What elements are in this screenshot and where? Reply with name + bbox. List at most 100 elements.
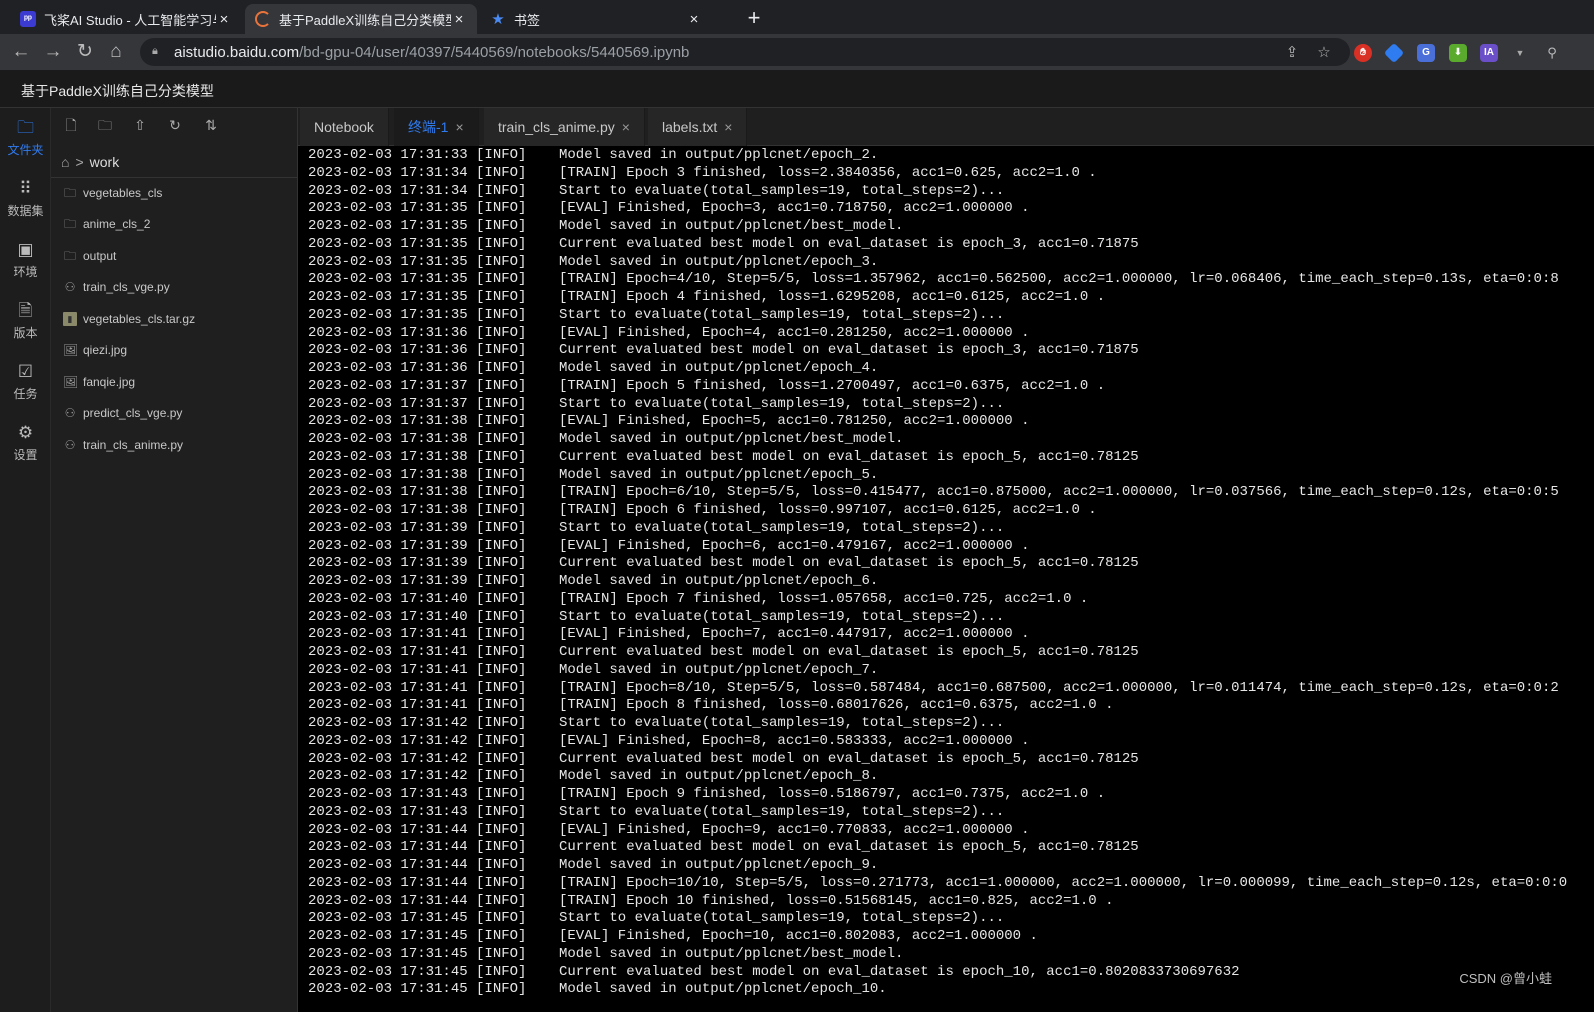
ia-ext-icon[interactable]: IA	[1480, 44, 1498, 62]
log-timestamp: 2023-02-03 17:31:39 [INFO]	[308, 573, 527, 589]
log-timestamp: 2023-02-03 17:31:34 [INFO]	[308, 182, 527, 199]
log-timestamp: 2023-02-03 17:31:41 [INFO]	[308, 661, 527, 678]
file-item[interactable]: 🗀︎ anime_cls_2	[51, 212, 298, 236]
log-message: [TRAIN] Epoch 3 finished, loss=2.3840356…	[559, 164, 1097, 181]
browser-tab-notebook[interactable]: 基于PaddleX训练自己分类模型 ×	[245, 4, 477, 34]
file-name: output	[83, 249, 117, 263]
log-message: [TRAIN] Epoch 6 finished, loss=0.997107,…	[559, 502, 1097, 518]
chevron-down-icon[interactable]: ▼	[1511, 44, 1529, 62]
log-message: Start to evaluate(total_samples=19, tota…	[559, 608, 1005, 625]
url-host: aistudio.baidu.com	[174, 43, 300, 61]
tab-labels-txt[interactable]: labels.txt ×	[648, 108, 748, 146]
activity-item-dataset[interactable]: ⠿ 数据集	[0, 179, 51, 235]
terminal-line: 2023-02-03 17:31:39 [INFO] [EVAL] Finishe…	[308, 538, 1567, 556]
share-icon[interactable]: ⇪	[1283, 44, 1301, 62]
log-timestamp: 2023-02-03 17:31:35 [INFO]	[308, 253, 527, 270]
new-folder-icon[interactable]: 🗀︎	[96, 116, 114, 134]
terminal-line: 2023-02-03 17:31:45 [INFO] Model saved in…	[308, 946, 1567, 964]
red-shield-ext-icon[interactable]: ✋︎	[1354, 44, 1372, 62]
log-timestamp: 2023-02-03 17:31:35 [INFO]	[308, 271, 527, 288]
log-message: Model saved in output/pplcnet/epoch_8.	[559, 768, 879, 785]
terminal-line: 2023-02-03 17:31:36 [INFO] Model saved in…	[308, 360, 1567, 378]
activity-label: 版本	[13, 326, 38, 340]
close-tab-icon[interactable]: ×	[216, 11, 232, 28]
file-item[interactable]: ▮ vegetables_cls.tar.gz	[51, 307, 298, 331]
close-icon[interactable]: ×	[455, 119, 463, 135]
log-message: Model saved in output/pplcnet/epoch_2.	[559, 147, 879, 163]
log-timestamp: 2023-02-03 17:31:36 [INFO]	[308, 360, 527, 376]
tab-train-cls-anime[interactable]: train_cls_anime.py ×	[484, 108, 645, 146]
file-item[interactable]: ⚇ train_cls_anime.py	[51, 433, 298, 457]
upload-icon[interactable]: ⇧	[131, 116, 149, 134]
log-message: Current evaluated best model on eval_dat…	[559, 750, 1139, 767]
log-timestamp: 2023-02-03 17:31:40 [INFO]	[308, 608, 527, 625]
sort-icon[interactable]: ⇅	[202, 116, 220, 134]
activity-item-settings[interactable]: ⚙ 设置	[0, 423, 51, 479]
home-icon[interactable]: ⌂	[61, 154, 69, 170]
archive-icon: ▮	[63, 312, 77, 326]
log-timestamp: 2023-02-03 17:31:44 [INFO]	[308, 857, 527, 873]
log-timestamp: 2023-02-03 17:31:39 [INFO]	[308, 537, 527, 554]
file-item[interactable]: 🖼︎ fanqie.jpg	[51, 370, 298, 394]
log-message: [EVAL] Finished, Epoch=8, acc1=0.583333,…	[559, 732, 1030, 749]
terminal-line: 2023-02-03 17:31:44 [INFO] [TRAIN] Epoch …	[308, 893, 1567, 911]
bookmark-star-icon[interactable]: ☆	[1315, 44, 1333, 62]
log-timestamp: 2023-02-03 17:31:36 [INFO]	[308, 342, 527, 359]
activity-item-env[interactable]: ▣ 环境	[0, 240, 51, 296]
loading-ring-icon	[255, 11, 271, 27]
browser-tab-bookmarks[interactable]: ★ 书签 ×	[480, 4, 712, 34]
translate-ext-icon[interactable]: G	[1417, 44, 1435, 62]
log-message: [TRAIN] Epoch 7 finished, loss=1.057658,…	[559, 590, 1089, 607]
close-tab-icon[interactable]: ×	[451, 11, 467, 28]
new-file-icon[interactable]: 🗋︎	[62, 116, 80, 134]
terminal-line: 2023-02-03 17:31:40 [INFO] Start to evalu…	[308, 609, 1567, 627]
green-download-ext-icon[interactable]: ⬇	[1449, 44, 1467, 62]
log-timestamp: 2023-02-03 17:31:38 [INFO]	[308, 431, 527, 447]
folder-icon: 🗀︎	[63, 249, 76, 263]
file-item[interactable]: 🗀︎ output	[51, 244, 298, 268]
file-name: vegetables_cls.tar.gz	[83, 312, 196, 326]
terminal-line: 2023-02-03 17:31:35 [INFO] Start to evalu…	[308, 307, 1567, 325]
tab-terminal-1[interactable]: 终端-1 ×	[394, 108, 479, 146]
terminal-line: 2023-02-03 17:31:33 [INFO] Model saved in…	[308, 147, 1567, 165]
home-icon[interactable]: ⌂	[104, 40, 128, 64]
address-bar[interactable]: 🔒︎ aistudio.baidu.com/bd-gpu-04/user/403…	[140, 38, 1350, 66]
refresh-icon[interactable]: ↻	[166, 116, 184, 134]
forward-icon[interactable]: →	[41, 40, 65, 64]
tab-notebook[interactable]: Notebook	[300, 108, 389, 146]
profile-icon[interactable]: ⚲	[1543, 44, 1561, 62]
image-file-icon: 🖼︎	[63, 343, 79, 357]
close-tab-icon[interactable]: ×	[686, 11, 702, 28]
close-icon[interactable]: ×	[724, 119, 732, 135]
log-message: Current evaluated best model on eval_dat…	[559, 235, 1139, 252]
terminal-line: 2023-02-03 17:31:44 [INFO] Current evalua…	[308, 839, 1567, 857]
terminal-line: 2023-02-03 17:31:41 [INFO] [TRAIN] Epoch …	[308, 697, 1567, 715]
log-timestamp: 2023-02-03 17:31:41 [INFO]	[308, 697, 527, 714]
log-message: Model saved in output/pplcnet/epoch_10.	[559, 981, 887, 998]
blue-diamond-ext-icon[interactable]	[1383, 42, 1405, 64]
terminal-line: 2023-02-03 17:31:38 [INFO] [TRAIN] Epoch=…	[308, 484, 1567, 502]
file-item[interactable]: ⚇ train_cls_vge.py	[51, 275, 298, 299]
new-tab-button[interactable]: +	[740, 5, 768, 31]
log-timestamp: 2023-02-03 17:31:42 [INFO]	[308, 715, 527, 731]
page-title: 基于PaddleX训练自己分类模型	[21, 83, 214, 99]
back-icon[interactable]: ←	[9, 40, 33, 64]
log-message: Start to evaluate(total_samples=19, tota…	[559, 803, 1005, 820]
file-item[interactable]: 🗀︎ vegetables_cls	[51, 181, 298, 205]
file-item[interactable]: 🖼︎ qiezi.jpg	[51, 338, 298, 362]
terminal-output[interactable]: 2023-02-03 17:31:33 [INFO] Model saved in…	[298, 146, 1594, 1012]
activity-item-task[interactable]: ☑ 任务	[0, 362, 51, 418]
log-timestamp: 2023-02-03 17:31:36 [INFO]	[308, 324, 527, 341]
activity-item-folder[interactable]: 🗀︎ 文件夹	[0, 118, 51, 174]
folder-icon: 🗀︎	[63, 186, 76, 200]
activity-item-version[interactable]: 🗎︎ 版本	[0, 301, 51, 357]
close-icon[interactable]: ×	[622, 119, 630, 135]
file-item[interactable]: ⚇ predict_cls_vge.py	[51, 401, 298, 425]
reload-icon[interactable]: ↻	[73, 40, 97, 64]
document-icon: 🗎︎	[18, 301, 33, 320]
log-message: Model saved in output/pplcnet/epoch_7.	[559, 661, 879, 678]
log-message: Start to evaluate(total_samples=19, tota…	[559, 910, 1005, 927]
log-timestamp: 2023-02-03 17:31:41 [INFO]	[308, 679, 527, 696]
breadcrumb-current[interactable]: work	[90, 154, 120, 170]
browser-tab-aistudio[interactable]: ᵖᵖ 飞桨AI Studio - 人工智能学习与 ×	[10, 4, 242, 34]
